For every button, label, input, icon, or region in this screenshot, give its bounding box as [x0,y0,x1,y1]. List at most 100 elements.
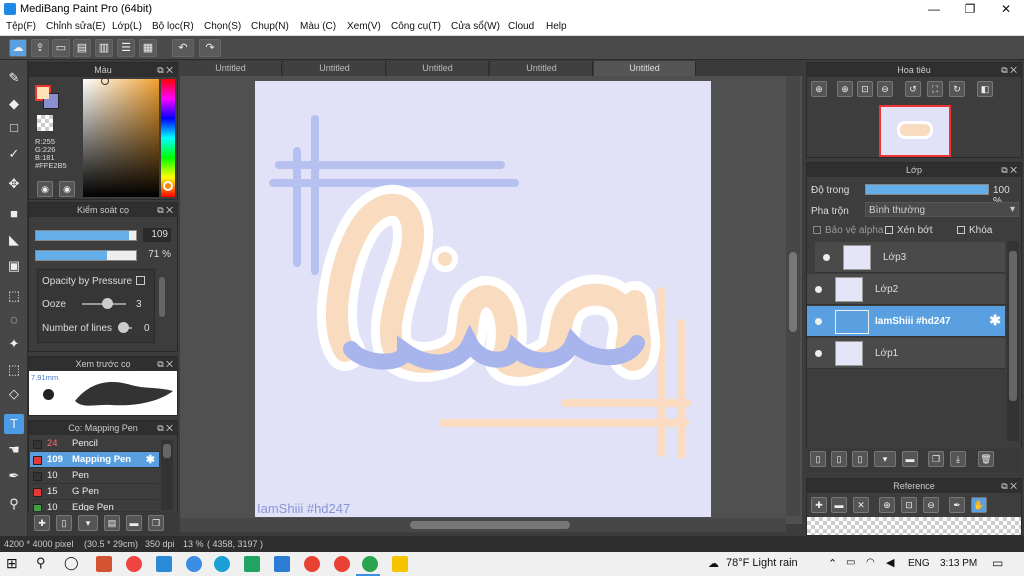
brush-control-scrollbar[interactable] [159,277,165,317]
move-tool-icon[interactable]: ✥ [4,174,24,194]
chat-icon[interactable]: ▭ [52,39,70,57]
menu-help[interactable]: Help [546,21,567,32]
brush-item-pen[interactable]: 10 Pen [30,468,159,484]
redo-icon[interactable]: ↷ [199,39,221,57]
chrome-icon[interactable] [362,556,378,572]
palette-icon[interactable]: ◉ [37,181,53,197]
gear-icon[interactable]: ✱ [146,453,155,466]
merge-layer-icon[interactable]: ⤓ [950,451,966,467]
notification-icon[interactable]: ▭ [992,556,1003,570]
search-icon[interactable]: ⚲ [36,555,52,571]
eye-icon[interactable] [815,286,822,293]
tab-untitled-5[interactable]: Untitled [594,61,696,76]
network-icon[interactable]: ▭ [846,557,855,568]
hand-tool-icon[interactable]: ☚ [4,440,24,460]
gear-icon[interactable]: ✱ [989,312,1001,329]
menu-cloud[interactable]: Cloud [508,21,534,32]
rectangle-tool-icon[interactable]: □ [4,118,24,138]
brush-size-value[interactable]: 109 [143,228,171,242]
lock-checkbox[interactable] [957,226,965,234]
maximize-button[interactable]: ❐ [952,0,988,18]
new-brush-icon[interactable]: ▯ [56,515,72,531]
select-eraser-icon[interactable]: ◇ [4,384,24,404]
layer-item-lop1[interactable]: Lớp1 [807,338,1005,369]
layer-opacity-slider[interactable] [865,184,989,195]
rotate-right-icon[interactable]: ↻ [949,81,965,97]
brush-tool-icon[interactable]: ✎ [4,68,24,88]
fullscreen-icon[interactable]: ⛶ [927,81,943,97]
new-layer-icon[interactable]: ▯ [810,451,826,467]
new-layer-color-icon[interactable]: ▯ [831,451,847,467]
panel-controls-icon[interactable]: ⧉ ✕ [1001,479,1017,493]
undo-icon[interactable]: ↶ [172,39,194,57]
zoom-out-icon[interactable]: ⊖ [923,497,939,513]
hue-slider[interactable] [161,79,175,197]
panel-controls-icon[interactable]: ⧉ ✕ [1001,163,1017,177]
hand-icon[interactable]: ✋ [971,497,987,513]
navigator-preview[interactable] [879,105,951,157]
close-reference-icon[interactable]: ✕ [853,497,869,513]
open-reference-icon[interactable]: ▬ [831,497,847,513]
menu-capture[interactable]: Chụp(N) [251,21,289,32]
edge-icon[interactable] [214,556,230,572]
zoom-in-icon[interactable]: ⊕ [879,497,895,513]
pen-tool-icon[interactable]: ✓ [4,144,24,164]
palette-add-icon[interactable]: ◉ [59,181,75,197]
canvas-horizontal-scrollbar[interactable] [180,518,786,532]
comment-icon[interactable]: ▤ [73,39,91,57]
opacity-pressure-checkbox[interactable] [136,276,145,285]
menu-select[interactable]: Chọn(S) [204,21,241,32]
eraser-tool-icon[interactable]: ◆ [4,94,24,114]
chrome-icon[interactable] [304,556,320,572]
layer-item-iamshiii[interactable]: IamShiii #hd247 ✱ [807,306,1005,337]
panel-icon[interactable]: ▥ [95,39,113,57]
artboard[interactable]: IamShiii #hd247 [255,81,711,517]
menu-view[interactable]: Xem(V) [347,21,381,32]
menu-window[interactable]: Cửa sổ(W) [451,21,500,32]
bucket-tool-icon[interactable]: ◣ [4,230,24,250]
monitor-icon[interactable] [156,556,172,572]
new-layer-halftone-icon[interactable]: ▯ [852,451,868,467]
chrome-icon[interactable] [334,556,350,572]
magic-wand-icon[interactable]: ✦ [4,334,24,354]
add-layer-menu-icon[interactable]: ▾ [874,451,896,467]
clipping-checkbox[interactable] [885,226,893,234]
protect-alpha-checkbox[interactable] [813,226,821,234]
cloud-icon[interactable]: ☁ [9,39,27,57]
browser-icon[interactable] [186,556,202,572]
folder-icon[interactable]: ▬ [902,451,918,467]
copy-brush-icon[interactable]: ▤ [104,515,120,531]
lasso-tool-icon[interactable]: ◌ [4,310,24,330]
layer-item-lop2[interactable]: Lớp2 [807,274,1005,305]
canvas-vertical-scrollbar[interactable] [786,76,800,516]
weather-text[interactable]: 78°F Light rain [726,557,798,569]
menu-filter[interactable]: Bộ lọc(R) [152,21,194,32]
duplicate-icon[interactable]: ❐ [148,515,164,531]
eyedropper-icon[interactable]: ✒ [949,497,965,513]
menu-layer[interactable]: Lớp(L) [112,21,142,32]
ooze-knob[interactable] [102,298,113,309]
brush-menu-icon[interactable]: ▾ [78,515,98,531]
fill-rect-tool-icon[interactable]: ■ [4,204,24,224]
tab-untitled-3[interactable]: Untitled [387,61,489,76]
medibang-icon[interactable] [392,556,408,572]
panel-controls-icon[interactable]: ⧉ ✕ [157,357,173,371]
zoom-in-icon[interactable]: ⊕ [837,81,853,97]
clock[interactable]: 3:13 PM [940,558,977,569]
menu-edit[interactable]: Chỉnh sửa(E) [46,21,106,32]
tab-untitled-1[interactable]: Untitled [180,61,282,76]
select-tool-icon[interactable]: ⬚ [4,286,24,306]
gradient-tool-icon[interactable]: ▣ [4,256,24,276]
panel-controls-icon[interactable]: ⧉ ✕ [157,421,173,435]
menu-tools[interactable]: Công cụ(T) [391,21,441,32]
fit-icon[interactable]: ⊡ [857,81,873,97]
wifi-icon[interactable]: ◠ [866,557,875,568]
color-picker-cursor[interactable] [101,77,109,85]
folder-icon[interactable]: ▬ [126,515,142,531]
saturation-value-picker[interactable] [83,79,159,197]
panel-controls-icon[interactable]: ⧉ ✕ [1001,63,1017,77]
close-button[interactable]: ✕ [988,0,1024,18]
volume-icon[interactable]: ◀ [886,556,894,569]
add-brush-icon[interactable]: ✚ [34,515,50,531]
duplicate-layer-icon[interactable]: ❐ [928,451,944,467]
